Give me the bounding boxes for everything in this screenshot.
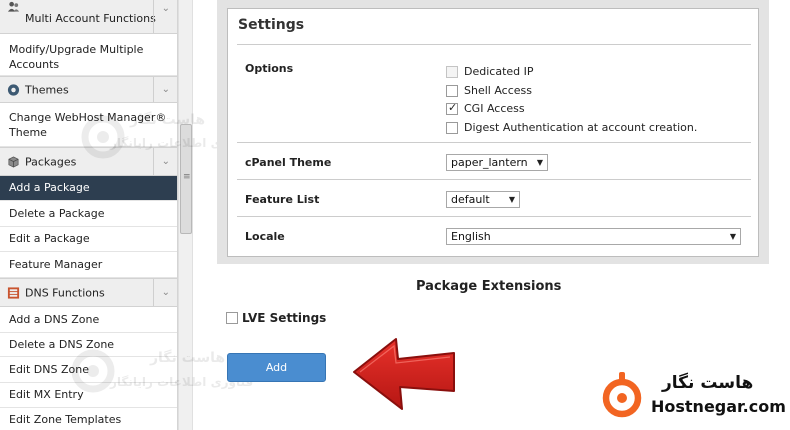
sidebar-item-edit-zone-templates[interactable]: Edit Zone Templates bbox=[0, 408, 177, 430]
option-dedicated-ip[interactable]: Dedicated IP bbox=[446, 65, 534, 78]
dns-icon bbox=[7, 286, 20, 299]
divider bbox=[237, 44, 751, 45]
select-value: default bbox=[451, 193, 490, 206]
watermark-brand: هاست نگار bbox=[130, 112, 206, 128]
shell-access-checkbox[interactable] bbox=[446, 84, 458, 97]
locale-select[interactable]: English ▼ bbox=[446, 228, 741, 245]
palette-icon bbox=[7, 83, 20, 96]
sidebar-section-label: Multi Account Functions bbox=[25, 12, 156, 25]
section-divider bbox=[153, 0, 154, 33]
watermark-logo-icon bbox=[81, 115, 125, 159]
add-button[interactable]: Add bbox=[227, 353, 326, 382]
digest-auth-checkbox[interactable] bbox=[446, 121, 458, 134]
option-label: Shell Access bbox=[464, 84, 532, 97]
logo-brand-en: Hostnegar.com bbox=[651, 397, 786, 416]
sidebar-item-add-package[interactable]: Add a Package bbox=[0, 176, 177, 201]
sidebar-item-modify-upgrade[interactable]: Modify/Upgrade Multiple Accounts bbox=[0, 38, 177, 76]
divider bbox=[237, 142, 751, 143]
lve-settings-option[interactable]: LVE Settings bbox=[226, 311, 326, 325]
section-divider bbox=[153, 77, 154, 102]
dropdown-arrow-icon: ▼ bbox=[729, 232, 736, 241]
option-cgi-access[interactable]: CGI Access bbox=[446, 101, 525, 115]
settings-panel: Settings Options Dedicated IP Shell Acce… bbox=[227, 8, 759, 257]
sidebar-item-edit-package[interactable]: Edit a Package bbox=[0, 227, 177, 252]
chevron-down-icon[interactable]: ⌄ bbox=[162, 83, 170, 94]
lve-settings-checkbox[interactable] bbox=[226, 312, 238, 324]
watermark-brand: هاست نگار bbox=[150, 350, 226, 366]
box-icon bbox=[8, 155, 19, 168]
option-digest-auth[interactable]: Digest Authentication at account creatio… bbox=[446, 121, 697, 134]
sidebar-item-add-dns-zone[interactable]: Add a DNS Zone bbox=[0, 307, 177, 333]
cpanel-theme-label: cPanel Theme bbox=[245, 156, 332, 169]
lve-settings-label: LVE Settings bbox=[242, 311, 327, 325]
chevron-down-icon[interactable]: ⌄ bbox=[162, 286, 170, 297]
divider bbox=[237, 179, 751, 180]
settings-title: Settings bbox=[238, 17, 305, 33]
feature-list-label: Feature List bbox=[245, 193, 320, 206]
grip-icon: ≡ bbox=[183, 172, 191, 182]
cpanel-theme-select[interactable]: paper_lantern ▼ bbox=[446, 154, 548, 171]
sidebar-section-label: Themes bbox=[25, 83, 69, 96]
dropdown-arrow-icon: ▼ bbox=[508, 195, 515, 204]
red-arrow-icon bbox=[353, 338, 455, 410]
select-value: paper_lantern bbox=[451, 156, 528, 169]
option-label: Digest Authentication at account creatio… bbox=[464, 121, 698, 134]
option-label: CGI Access bbox=[464, 102, 525, 115]
user-group-icon bbox=[7, 1, 20, 12]
chevron-down-icon[interactable]: ⌄ bbox=[162, 3, 170, 14]
options-label: Options bbox=[245, 62, 294, 75]
dropdown-arrow-icon: ▼ bbox=[536, 158, 543, 167]
sidebar-section-label: Packages bbox=[25, 155, 77, 168]
section-divider bbox=[153, 279, 154, 306]
option-label: Dedicated IP bbox=[464, 65, 534, 78]
locale-label: Locale bbox=[245, 230, 285, 243]
option-shell-access[interactable]: Shell Access bbox=[446, 84, 532, 97]
cgi-access-checkbox[interactable] bbox=[446, 101, 458, 115]
sidebar-item-feature-manager[interactable]: Feature Manager bbox=[0, 252, 177, 278]
sidebar-section-themes[interactable]: Themes ⌄ bbox=[0, 76, 177, 103]
sidebar-section-label: DNS Functions bbox=[25, 286, 105, 299]
sidebar-section-multi-account[interactable]: Multi Account Functions ⌄ bbox=[0, 0, 177, 34]
select-value: English bbox=[451, 230, 491, 243]
divider bbox=[237, 216, 751, 217]
sidebar-section-dns-functions[interactable]: DNS Functions ⌄ bbox=[0, 278, 177, 307]
section-divider bbox=[153, 148, 154, 175]
dedicated-ip-checkbox[interactable] bbox=[446, 65, 458, 78]
sidebar-item-delete-package[interactable]: Delete a Package bbox=[0, 201, 177, 227]
feature-list-select[interactable]: default ▼ bbox=[446, 191, 520, 208]
package-extensions-heading: Package Extensions bbox=[416, 279, 562, 294]
chevron-down-icon[interactable]: ⌄ bbox=[162, 155, 170, 166]
logo-brand-fa: هاست نگار bbox=[662, 373, 754, 393]
hostnegar-logo-icon bbox=[602, 372, 642, 418]
